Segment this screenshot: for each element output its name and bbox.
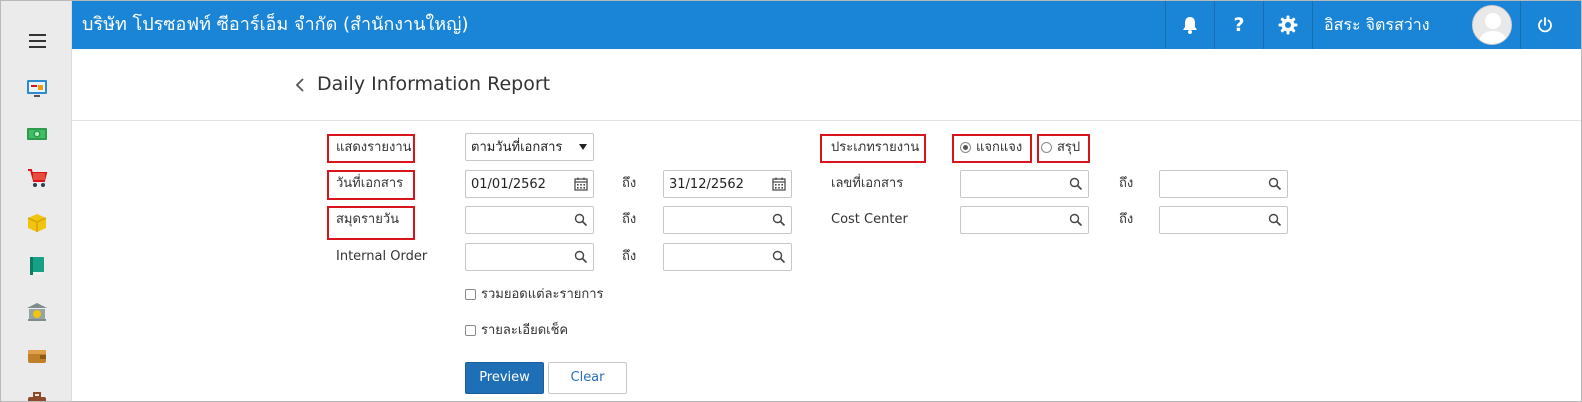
menu-icon[interactable]: [29, 34, 46, 48]
notification-button[interactable]: [1166, 1, 1214, 49]
doc-date-from-input[interactable]: 01/01/2562: [465, 170, 594, 198]
box-icon[interactable]: [26, 212, 48, 234]
search-icon[interactable]: [1069, 213, 1083, 227]
caret-down-icon: [579, 144, 587, 150]
settings-button[interactable]: [1264, 1, 1312, 49]
to-label: ถึง: [622, 176, 637, 191]
doc-date-to-value: 31/12/2562: [669, 177, 744, 192]
logout-button[interactable]: [1521, 1, 1569, 49]
cost-center-from-input[interactable]: [960, 206, 1089, 234]
search-icon[interactable]: [772, 213, 786, 227]
cost-center-label: Cost Center: [831, 212, 908, 227]
dashboard-icon[interactable]: [26, 77, 48, 99]
show-report-value: ตามวันที่เอกสาร: [471, 140, 563, 155]
report-type-summary-label[interactable]: สรุป: [1057, 140, 1080, 156]
avatar[interactable]: [1472, 5, 1512, 45]
cheque-detail-checkbox[interactable]: [465, 325, 476, 336]
to-label: ถึง: [1119, 212, 1134, 227]
cheque-detail-label[interactable]: รายละเอียดเช็ค: [481, 323, 568, 339]
to-label: ถึง: [622, 212, 637, 227]
search-icon[interactable]: [574, 213, 588, 227]
doc-date-to-input[interactable]: 31/12/2562: [663, 170, 792, 198]
search-icon[interactable]: [1069, 177, 1083, 191]
cart-icon[interactable]: [26, 167, 48, 189]
doc-no-from-input[interactable]: [960, 170, 1089, 198]
calendar-icon[interactable]: [772, 177, 786, 191]
cost-center-to-input[interactable]: [1159, 206, 1288, 234]
search-icon[interactable]: [1268, 177, 1282, 191]
app-window: บริษัท โปรซอฟท์ ซีอาร์เอ็ม จำกัด (สำนักง…: [0, 0, 1582, 402]
doc-date-from-value: 01/01/2562: [471, 177, 546, 192]
page-title: Daily Information Report: [317, 73, 551, 95]
bell-icon: [1183, 17, 1197, 34]
internal-order-to-input[interactable]: [663, 243, 792, 271]
show-report-label: แสดงรายงาน: [336, 140, 412, 155]
doc-no-to-input[interactable]: [1159, 170, 1288, 198]
top-bar: บริษัท โปรซอฟท์ ซีอาร์เอ็ม จำกัด (สำนักง…: [72, 1, 1581, 49]
to-label: ถึง: [622, 249, 637, 264]
company-name: บริษัท โปรซอฟท์ ซีอาร์เอ็ม จำกัด (สำนักง…: [82, 14, 469, 35]
report-type-summary-radio[interactable]: [1041, 142, 1052, 153]
report-type-label: ประเภทรายงาน: [831, 140, 920, 155]
report-type-detail-label[interactable]: แจกแจง: [976, 140, 1022, 156]
to-label: ถึง: [1119, 176, 1134, 191]
journal-to-input[interactable]: [663, 206, 792, 234]
search-icon[interactable]: [772, 250, 786, 264]
preview-button[interactable]: Preview: [465, 362, 544, 394]
sidebar: [1, 1, 72, 402]
power-icon: [1538, 17, 1552, 33]
money-icon[interactable]: [26, 123, 48, 145]
page-header: Daily Information Report: [72, 49, 1581, 121]
book-icon[interactable]: [26, 255, 48, 277]
journal-from-input[interactable]: [465, 206, 594, 234]
internal-order-from-input[interactable]: [465, 243, 594, 271]
search-icon[interactable]: [574, 250, 588, 264]
journal-label: สมุดรายวัน: [336, 212, 400, 227]
sum-each-item-label[interactable]: รวมยอดแต่ละรายการ: [481, 287, 604, 303]
help-icon: ?: [1233, 14, 1245, 36]
help-button[interactable]: ?: [1215, 1, 1263, 49]
briefcase-icon[interactable]: [26, 391, 48, 402]
report-type-detail-radio[interactable]: [960, 142, 971, 153]
clear-button[interactable]: Clear: [548, 362, 627, 394]
user-avatar-icon: [1478, 13, 1508, 44]
show-report-select[interactable]: ตามวันที่เอกสาร: [465, 133, 594, 161]
bank-icon[interactable]: [26, 301, 48, 323]
doc-no-label: เลขที่เอกสาร: [831, 176, 904, 191]
doc-date-label: วันที่เอกสาร: [336, 176, 404, 191]
user-name[interactable]: อิสระ จิตรสว่าง: [1324, 15, 1430, 35]
gear-icon: [1278, 15, 1298, 35]
sum-each-item-checkbox[interactable]: [465, 289, 476, 300]
wallet-icon[interactable]: [26, 345, 48, 367]
chevron-left-icon[interactable]: [294, 77, 308, 93]
calendar-icon[interactable]: [574, 177, 588, 191]
internal-order-label: Internal Order: [336, 249, 428, 264]
search-icon[interactable]: [1268, 213, 1282, 227]
